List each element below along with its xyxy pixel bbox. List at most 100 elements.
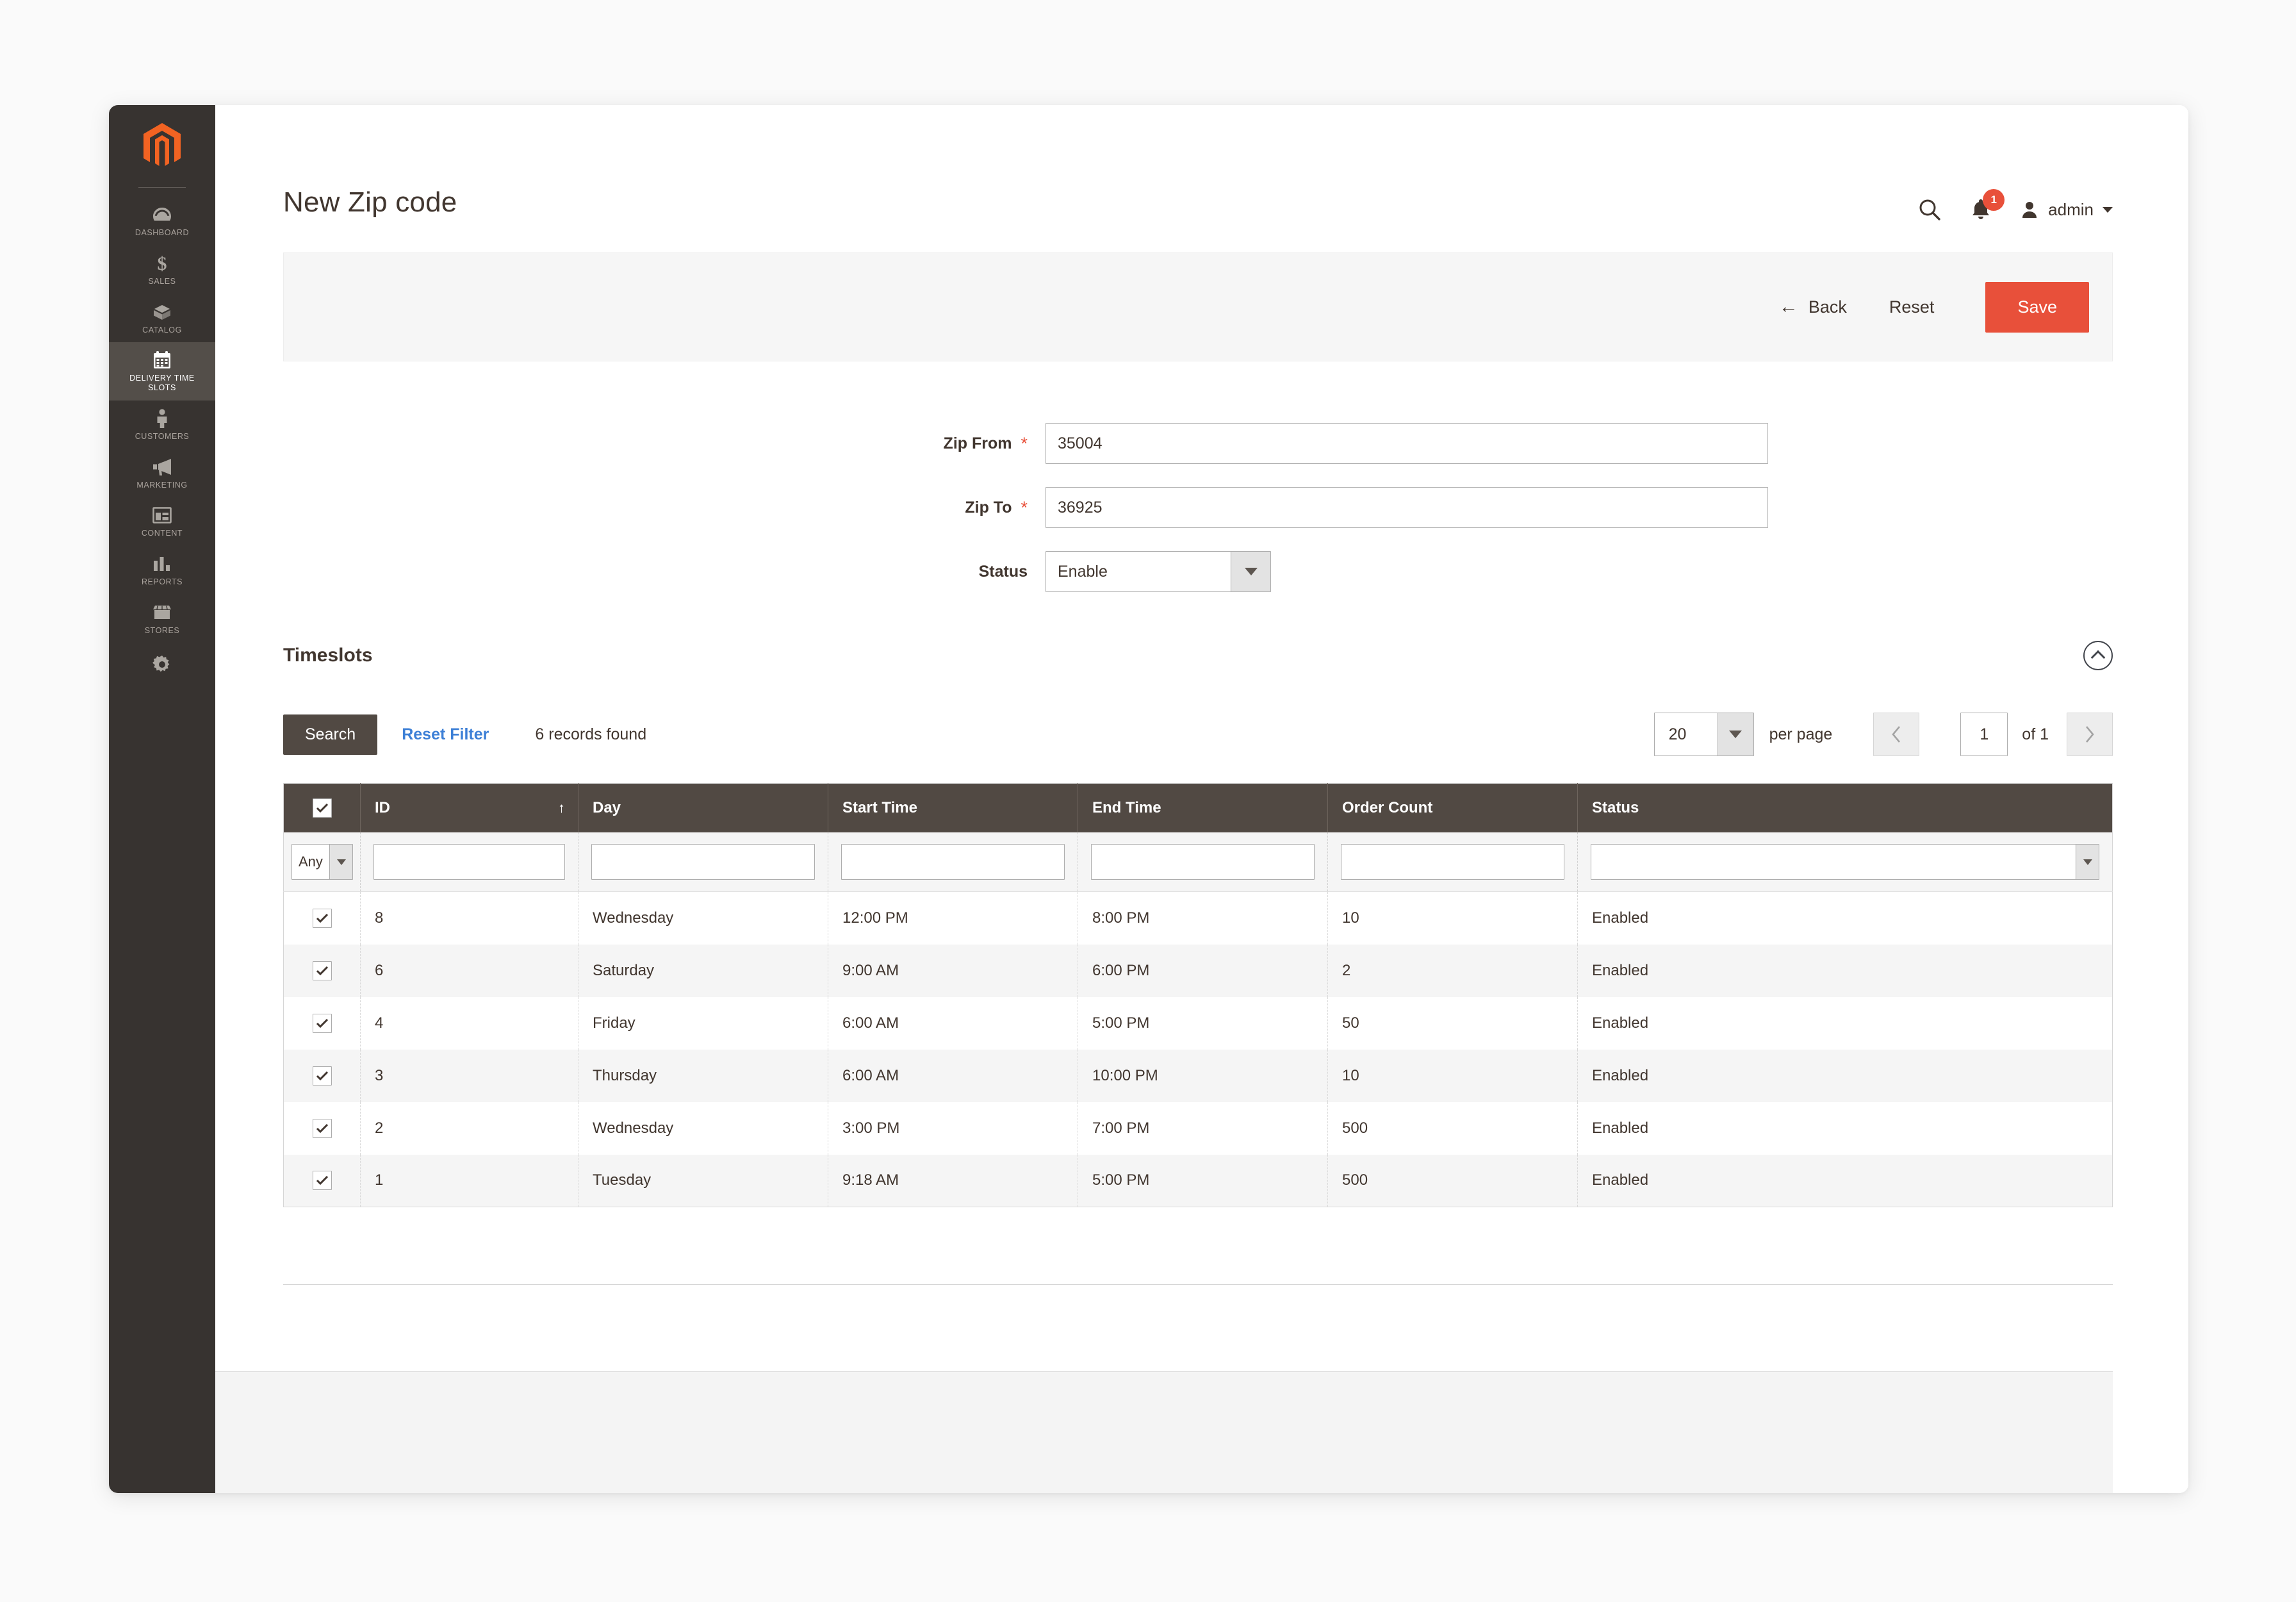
zip-to-input[interactable] bbox=[1046, 487, 1768, 528]
table-row[interactable]: 4 Friday 6:00 AM 5:00 PM 50 Enabled bbox=[283, 996, 2113, 1050]
column-header-end-time[interactable]: End Time bbox=[1078, 783, 1328, 832]
row-checkbox[interactable] bbox=[312, 961, 332, 980]
cell-day: Thursday bbox=[578, 1049, 828, 1102]
cell-status: Enabled bbox=[1577, 944, 2113, 997]
table-row[interactable]: 1 Tuesday 9:18 AM 5:00 PM 500 Enabled bbox=[283, 1154, 2113, 1207]
sidebar-item-marketing[interactable]: MARKETING bbox=[109, 449, 215, 498]
status-label-cell: Status bbox=[283, 563, 1046, 581]
status-select[interactable]: Enable bbox=[1046, 551, 1271, 592]
chevron-left-icon bbox=[1892, 726, 1901, 743]
filter-cell-status bbox=[1577, 832, 2113, 892]
cell-end-time: 5:00 PM bbox=[1078, 1154, 1328, 1207]
back-button[interactable]: ← Back bbox=[1762, 288, 1864, 326]
cell-end-time: 7:00 PM bbox=[1078, 1102, 1328, 1155]
per-page-value: 20 bbox=[1668, 725, 1687, 743]
row-select-cell bbox=[283, 1102, 361, 1155]
admin-menu[interactable]: admin bbox=[2020, 200, 2113, 220]
box-icon bbox=[152, 302, 172, 322]
storefront-icon bbox=[152, 603, 172, 622]
table-row[interactable]: 6 Saturday 9:00 AM 6:00 PM 2 Enabled bbox=[283, 944, 2113, 997]
column-header-id[interactable]: ID ↑ bbox=[360, 783, 578, 832]
cell-end-time: 8:00 PM bbox=[1078, 891, 1328, 945]
sidebar-item-delivery-time-slots[interactable]: DELIVERY TIME SLOTS bbox=[109, 342, 215, 400]
row-checkbox[interactable] bbox=[312, 1013, 332, 1033]
timeslots-section-header: Timeslots bbox=[283, 641, 2113, 670]
chevron-down-icon bbox=[329, 845, 352, 879]
page-number-input[interactable] bbox=[1960, 713, 2008, 756]
sidebar-nav-list: DASHBOARD $ SALES CATALOG DELIVERY TIME … bbox=[109, 197, 215, 682]
filter-input-start-time[interactable] bbox=[841, 844, 1065, 880]
cell-start-time: 3:00 PM bbox=[828, 1102, 1078, 1155]
search-icon[interactable] bbox=[1917, 197, 1942, 222]
page-title: New Zip code bbox=[283, 186, 457, 218]
row-checkbox[interactable] bbox=[312, 908, 332, 928]
admin-name-label: admin bbox=[2048, 199, 2094, 219]
sidebar-item-label: MARKETING bbox=[136, 480, 188, 490]
cell-id: 3 bbox=[360, 1049, 578, 1102]
filter-input-day[interactable] bbox=[591, 844, 815, 880]
sidebar-item-content[interactable]: CONTENT bbox=[109, 497, 215, 546]
sidebar-item-catalog[interactable]: CATALOG bbox=[109, 294, 215, 343]
select-all-checkbox[interactable] bbox=[312, 798, 332, 818]
chevron-down-icon bbox=[2076, 845, 2099, 879]
zip-to-label-cell: Zip To * bbox=[283, 499, 1046, 517]
table-row[interactable]: 3 Thursday 6:00 AM 10:00 PM 10 Enabled bbox=[283, 1049, 2113, 1102]
cell-status: Enabled bbox=[1577, 891, 2113, 945]
previous-page-button[interactable] bbox=[1873, 713, 1920, 756]
sidebar-item-dashboard[interactable]: DASHBOARD bbox=[109, 197, 215, 245]
row-checkbox[interactable] bbox=[312, 1171, 332, 1191]
notification-count-badge: 1 bbox=[1983, 189, 2005, 211]
mass-select-value: Any bbox=[299, 854, 323, 870]
sidebar-item-system-settings[interactable] bbox=[109, 643, 215, 682]
cell-day: Wednesday bbox=[578, 1102, 828, 1155]
table-row[interactable]: 2 Wednesday 3:00 PM 7:00 PM 500 Enabled bbox=[283, 1102, 2113, 1155]
page-content: New Zip code 1 admin ← Back Reset Save Z… bbox=[215, 105, 2188, 1493]
row-checkbox[interactable] bbox=[312, 1066, 332, 1086]
column-header-status[interactable]: Status bbox=[1577, 783, 2113, 832]
filter-cell-start-time bbox=[828, 832, 1078, 892]
layout-icon bbox=[152, 506, 172, 525]
sidebar-item-customers[interactable]: CUSTOMERS bbox=[109, 400, 215, 449]
cell-start-time: 9:18 AM bbox=[828, 1154, 1078, 1207]
sidebar-item-label: CUSTOMERS bbox=[135, 431, 190, 441]
cell-status: Enabled bbox=[1577, 1049, 2113, 1102]
notifications-button[interactable]: 1 bbox=[1970, 189, 2005, 221]
row-select-cell bbox=[283, 1049, 361, 1102]
cell-status: Enabled bbox=[1577, 1154, 2113, 1207]
cell-day: Tuesday bbox=[578, 1154, 828, 1207]
sidebar-item-reports[interactable]: REPORTS bbox=[109, 546, 215, 595]
form-row-zip-to: Zip To * bbox=[283, 487, 2188, 528]
column-header-day[interactable]: Day bbox=[578, 783, 828, 832]
grid-body: 8 Wednesday 12:00 PM 8:00 PM 10 Enabled … bbox=[283, 891, 2113, 1207]
next-page-button[interactable] bbox=[2067, 713, 2113, 756]
per-page-select[interactable]: 20 bbox=[1653, 713, 1754, 756]
mass-select-dropdown[interactable]: Any bbox=[291, 844, 353, 880]
magento-logo-icon[interactable] bbox=[109, 105, 215, 187]
page-total-label: of 1 bbox=[2022, 725, 2049, 743]
cell-status: Enabled bbox=[1577, 996, 2113, 1050]
reset-filter-link[interactable]: Reset Filter bbox=[402, 725, 489, 744]
filter-select-status[interactable] bbox=[1591, 844, 2099, 880]
page-header: New Zip code 1 admin bbox=[215, 105, 2188, 222]
filter-input-id[interactable] bbox=[373, 844, 565, 880]
filter-input-end-time[interactable] bbox=[1091, 844, 1315, 880]
zip-from-input[interactable] bbox=[1046, 423, 1768, 464]
cell-start-time: 6:00 AM bbox=[828, 996, 1078, 1050]
grid-search-button[interactable]: Search bbox=[283, 714, 378, 755]
row-checkbox[interactable] bbox=[312, 1118, 332, 1138]
save-button[interactable]: Save bbox=[1985, 281, 2089, 333]
column-header-start-time[interactable]: Start Time bbox=[828, 783, 1078, 832]
chevron-up-circle-icon[interactable] bbox=[2083, 641, 2113, 670]
column-header-label: ID bbox=[375, 799, 390, 816]
header-tools: 1 admin bbox=[1917, 189, 2113, 222]
row-select-cell bbox=[283, 891, 361, 945]
reset-button[interactable]: Reset bbox=[1864, 288, 1960, 326]
sidebar-item-sales[interactable]: $ SALES bbox=[109, 245, 215, 294]
sidebar-item-stores[interactable]: STORES bbox=[109, 595, 215, 643]
sidebar-divider bbox=[138, 187, 186, 188]
status-label: Status bbox=[978, 562, 1028, 581]
cell-status: Enabled bbox=[1577, 1102, 2113, 1155]
table-row[interactable]: 8 Wednesday 12:00 PM 8:00 PM 10 Enabled bbox=[283, 891, 2113, 945]
filter-input-order-count[interactable] bbox=[1341, 844, 1564, 880]
column-header-order-count[interactable]: Order Count bbox=[1327, 783, 1578, 832]
